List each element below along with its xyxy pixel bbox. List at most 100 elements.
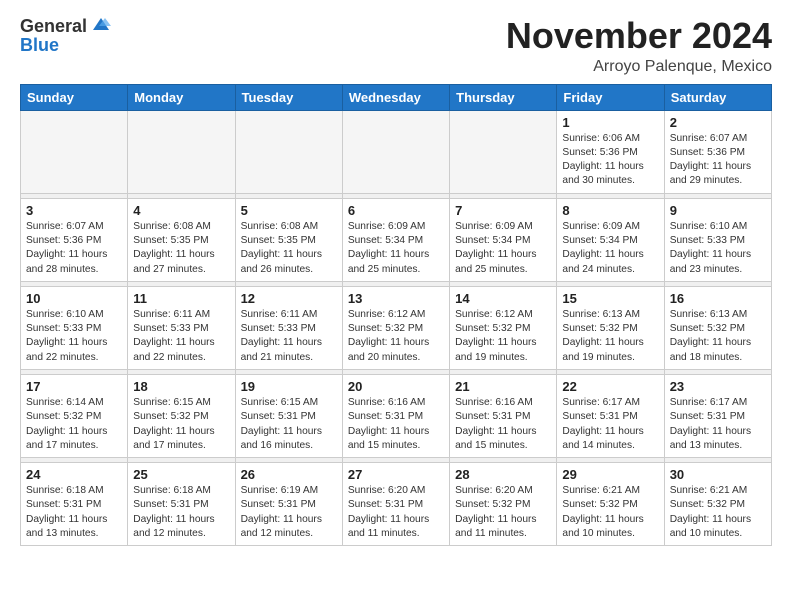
day-number: 9 bbox=[670, 203, 766, 218]
calendar-cell bbox=[342, 110, 449, 193]
day-info: Sunrise: 6:11 AM Sunset: 5:33 PM Dayligh… bbox=[241, 308, 337, 365]
calendar-cell: 30 Sunrise: 6:21 AM Sunset: 5:32 PM Dayli… bbox=[664, 463, 771, 546]
calendar-cell: 10 Sunrise: 6:10 AM Sunset: 5:33 PM Dayli… bbox=[21, 286, 128, 369]
day-number: 2 bbox=[670, 115, 766, 130]
calendar-week-row-4: 24 Sunrise: 6:18 AM Sunset: 5:31 PM Dayli… bbox=[21, 463, 772, 546]
day-info: Sunrise: 6:14 AM Sunset: 5:32 PM Dayligh… bbox=[26, 396, 122, 453]
logo-icon bbox=[91, 16, 111, 36]
day-number: 30 bbox=[670, 467, 766, 482]
day-number: 22 bbox=[562, 379, 658, 394]
day-info: Sunrise: 6:21 AM Sunset: 5:32 PM Dayligh… bbox=[670, 484, 766, 541]
calendar-cell bbox=[235, 110, 342, 193]
day-number: 10 bbox=[26, 291, 122, 306]
day-number: 23 bbox=[670, 379, 766, 394]
day-info: Sunrise: 6:20 AM Sunset: 5:32 PM Dayligh… bbox=[455, 484, 551, 541]
logo: General Blue bbox=[20, 16, 111, 56]
day-info: Sunrise: 6:21 AM Sunset: 5:32 PM Dayligh… bbox=[562, 484, 658, 541]
day-number: 19 bbox=[241, 379, 337, 394]
day-number: 17 bbox=[26, 379, 122, 394]
calendar-cell: 15Sunrise: 6:13 AM Sunset: 5:32 PM Dayli… bbox=[557, 286, 664, 369]
day-number: 28 bbox=[455, 467, 551, 482]
day-info: Sunrise: 6:07 AM Sunset: 5:36 PM Dayligh… bbox=[26, 220, 122, 277]
calendar-cell: 11 Sunrise: 6:11 AM Sunset: 5:33 PM Dayli… bbox=[128, 286, 235, 369]
day-number: 13 bbox=[348, 291, 444, 306]
title-block: November 2024 Arroyo Palenque, Mexico bbox=[506, 16, 772, 76]
day-number: 24 bbox=[26, 467, 122, 482]
day-info: Sunrise: 6:16 AM Sunset: 5:31 PM Dayligh… bbox=[455, 396, 551, 453]
day-number: 8 bbox=[562, 203, 658, 218]
day-number: 21 bbox=[455, 379, 551, 394]
month-title: November 2024 bbox=[506, 16, 772, 56]
weekday-header-wednesday: Wednesday bbox=[342, 84, 449, 110]
calendar-cell: 7 Sunrise: 6:09 AM Sunset: 5:34 PM Daylig… bbox=[450, 198, 557, 281]
day-number: 7 bbox=[455, 203, 551, 218]
calendar-cell: 8Sunrise: 6:09 AM Sunset: 5:34 PM Daylig… bbox=[557, 198, 664, 281]
logo-general-text: General bbox=[20, 17, 87, 35]
day-number: 3 bbox=[26, 203, 122, 218]
day-number: 27 bbox=[348, 467, 444, 482]
calendar-cell: 14 Sunrise: 6:12 AM Sunset: 5:32 PM Dayli… bbox=[450, 286, 557, 369]
day-info: Sunrise: 6:16 AM Sunset: 5:31 PM Dayligh… bbox=[348, 396, 444, 453]
weekday-header-friday: Friday bbox=[557, 84, 664, 110]
calendar-cell: 26 Sunrise: 6:19 AM Sunset: 5:31 PM Dayli… bbox=[235, 463, 342, 546]
day-info: Sunrise: 6:18 AM Sunset: 5:31 PM Dayligh… bbox=[133, 484, 229, 541]
day-number: 25 bbox=[133, 467, 229, 482]
day-number: 11 bbox=[133, 291, 229, 306]
calendar-cell: 12 Sunrise: 6:11 AM Sunset: 5:33 PM Dayli… bbox=[235, 286, 342, 369]
day-info: Sunrise: 6:07 AM Sunset: 5:36 PM Dayligh… bbox=[670, 132, 766, 189]
calendar-cell: 24 Sunrise: 6:18 AM Sunset: 5:31 PM Dayli… bbox=[21, 463, 128, 546]
weekday-header-monday: Monday bbox=[128, 84, 235, 110]
calendar-cell: 1 Sunrise: 6:06 AM Sunset: 5:36 PM Daylig… bbox=[557, 110, 664, 193]
day-info: Sunrise: 6:17 AM Sunset: 5:31 PM Dayligh… bbox=[562, 396, 658, 453]
calendar-cell: 25 Sunrise: 6:18 AM Sunset: 5:31 PM Dayli… bbox=[128, 463, 235, 546]
calendar-cell: 2 Sunrise: 6:07 AM Sunset: 5:36 PM Daylig… bbox=[664, 110, 771, 193]
day-info: Sunrise: 6:11 AM Sunset: 5:33 PM Dayligh… bbox=[133, 308, 229, 365]
day-number: 6 bbox=[348, 203, 444, 218]
day-number: 18 bbox=[133, 379, 229, 394]
day-info: Sunrise: 6:06 AM Sunset: 5:36 PM Dayligh… bbox=[562, 132, 658, 189]
day-number: 29 bbox=[562, 467, 658, 482]
day-number: 16 bbox=[670, 291, 766, 306]
calendar-cell: 3 Sunrise: 6:07 AM Sunset: 5:36 PM Daylig… bbox=[21, 198, 128, 281]
day-info: Sunrise: 6:15 AM Sunset: 5:32 PM Dayligh… bbox=[133, 396, 229, 453]
calendar-week-row-1: 3 Sunrise: 6:07 AM Sunset: 5:36 PM Daylig… bbox=[21, 198, 772, 281]
logo-blue-text: Blue bbox=[20, 35, 59, 55]
calendar-cell: 18 Sunrise: 6:15 AM Sunset: 5:32 PM Dayli… bbox=[128, 374, 235, 457]
calendar-cell: 23 Sunrise: 6:17 AM Sunset: 5:31 PM Dayli… bbox=[664, 374, 771, 457]
day-info: Sunrise: 6:20 AM Sunset: 5:31 PM Dayligh… bbox=[348, 484, 444, 541]
day-number: 5 bbox=[241, 203, 337, 218]
weekday-header-thursday: Thursday bbox=[450, 84, 557, 110]
day-info: Sunrise: 6:09 AM Sunset: 5:34 PM Dayligh… bbox=[455, 220, 551, 277]
day-number: 14 bbox=[455, 291, 551, 306]
day-info: Sunrise: 6:17 AM Sunset: 5:31 PM Dayligh… bbox=[670, 396, 766, 453]
weekday-header-tuesday: Tuesday bbox=[235, 84, 342, 110]
calendar-cell: 20 Sunrise: 6:16 AM Sunset: 5:31 PM Dayli… bbox=[342, 374, 449, 457]
weekday-header-saturday: Saturday bbox=[664, 84, 771, 110]
calendar-cell bbox=[450, 110, 557, 193]
day-info: Sunrise: 6:13 AM Sunset: 5:32 PM Dayligh… bbox=[562, 308, 658, 365]
day-info: Sunrise: 6:12 AM Sunset: 5:32 PM Dayligh… bbox=[348, 308, 444, 365]
calendar-cell: 9Sunrise: 6:10 AM Sunset: 5:33 PM Daylig… bbox=[664, 198, 771, 281]
page: General Blue November 2024 Arroyo Palenq… bbox=[0, 0, 792, 562]
day-number: 20 bbox=[348, 379, 444, 394]
day-info: Sunrise: 6:19 AM Sunset: 5:31 PM Dayligh… bbox=[241, 484, 337, 541]
day-number: 4 bbox=[133, 203, 229, 218]
calendar-cell: 28 Sunrise: 6:20 AM Sunset: 5:32 PM Dayli… bbox=[450, 463, 557, 546]
calendar-cell: 27 Sunrise: 6:20 AM Sunset: 5:31 PM Dayli… bbox=[342, 463, 449, 546]
day-info: Sunrise: 6:08 AM Sunset: 5:35 PM Dayligh… bbox=[133, 220, 229, 277]
calendar-cell: 21 Sunrise: 6:16 AM Sunset: 5:31 PM Dayli… bbox=[450, 374, 557, 457]
calendar-table: SundayMondayTuesdayWednesdayThursdayFrid… bbox=[20, 84, 772, 547]
day-info: Sunrise: 6:18 AM Sunset: 5:31 PM Dayligh… bbox=[26, 484, 122, 541]
day-number: 12 bbox=[241, 291, 337, 306]
calendar-cell: 4 Sunrise: 6:08 AM Sunset: 5:35 PM Daylig… bbox=[128, 198, 235, 281]
calendar-cell: 16Sunrise: 6:13 AM Sunset: 5:32 PM Dayli… bbox=[664, 286, 771, 369]
calendar-cell: 5 Sunrise: 6:08 AM Sunset: 5:35 PM Daylig… bbox=[235, 198, 342, 281]
day-number: 1 bbox=[562, 115, 658, 130]
calendar-cell: 22 Sunrise: 6:17 AM Sunset: 5:31 PM Dayli… bbox=[557, 374, 664, 457]
day-number: 26 bbox=[241, 467, 337, 482]
day-info: Sunrise: 6:12 AM Sunset: 5:32 PM Dayligh… bbox=[455, 308, 551, 365]
calendar-week-row-2: 10 Sunrise: 6:10 AM Sunset: 5:33 PM Dayli… bbox=[21, 286, 772, 369]
calendar-cell bbox=[128, 110, 235, 193]
day-info: Sunrise: 6:08 AM Sunset: 5:35 PM Dayligh… bbox=[241, 220, 337, 277]
day-info: Sunrise: 6:10 AM Sunset: 5:33 PM Dayligh… bbox=[26, 308, 122, 365]
